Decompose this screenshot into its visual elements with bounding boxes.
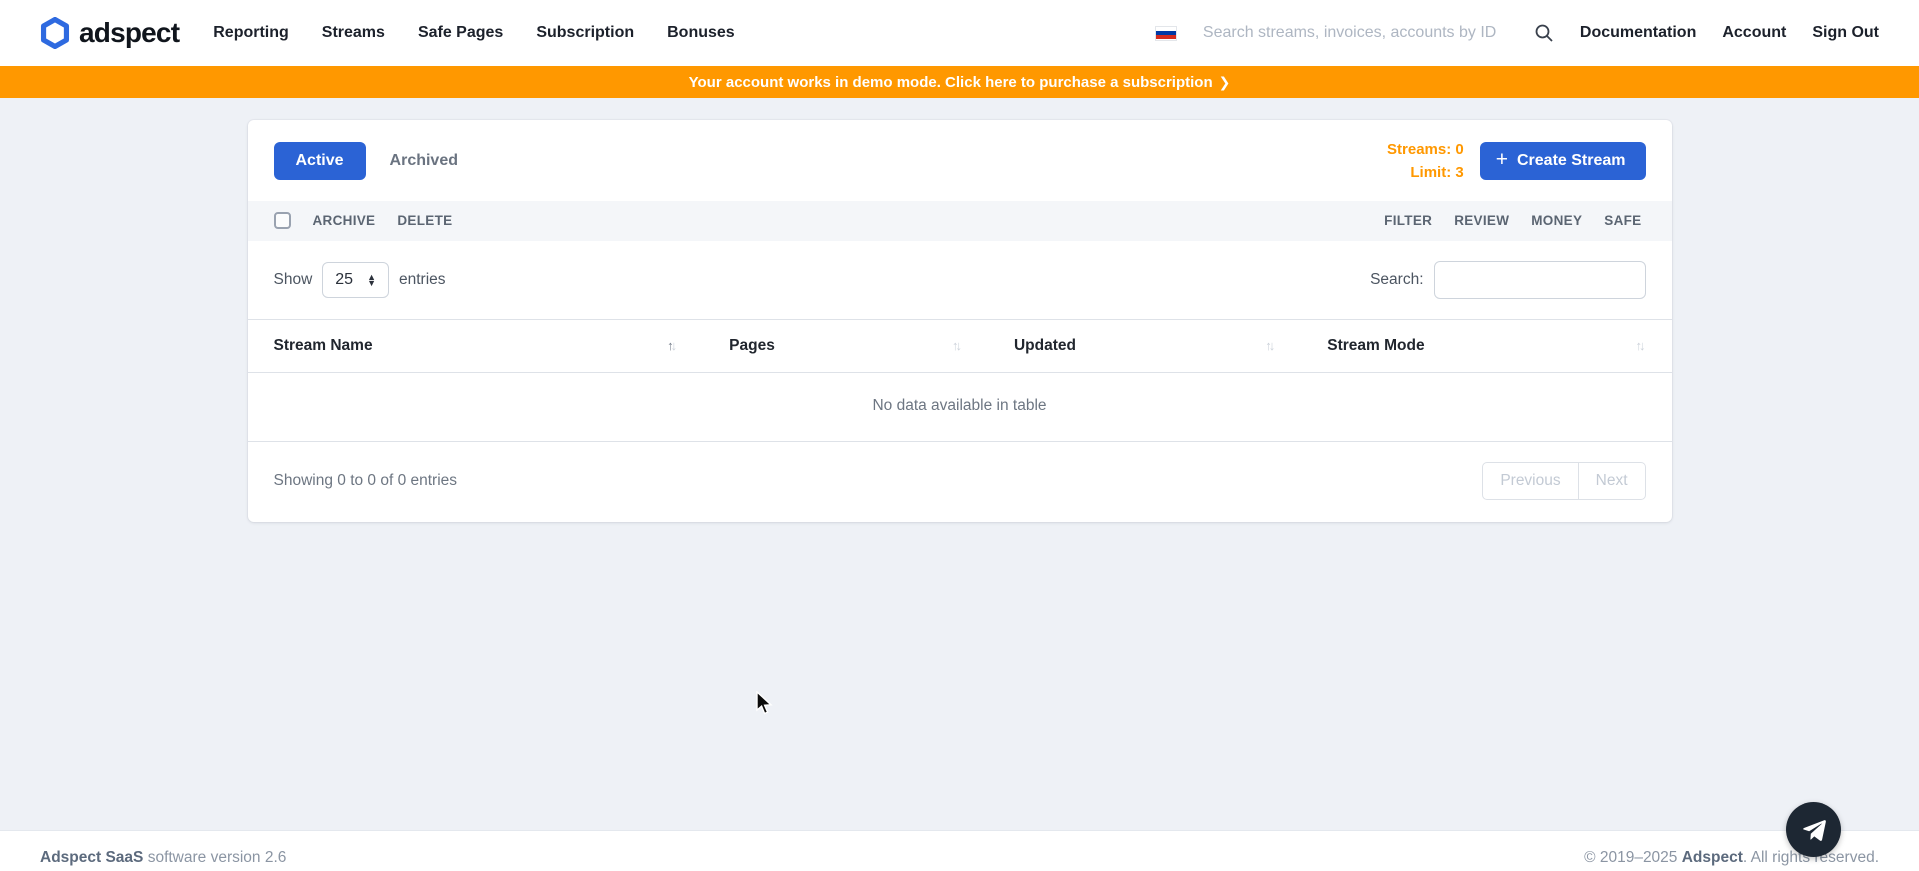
- version-text: Adspect SaaS software version 2.6: [40, 849, 286, 867]
- copyright-text: © 2019–2025 Adspect. All rights reserved…: [1584, 849, 1879, 867]
- copyright-prefix: © 2019–2025: [1584, 849, 1682, 866]
- hexagon-logo-icon: [40, 17, 70, 49]
- table-search-label: Search:: [1370, 271, 1423, 289]
- quick-filter-filter[interactable]: FILTER: [1384, 213, 1432, 228]
- table-header-row: Stream Name ↑↓ Pages ↑↓ Updated ↑↓: [248, 319, 1672, 372]
- table-search-input[interactable]: [1434, 261, 1646, 299]
- tab-archived[interactable]: Archived: [390, 152, 458, 170]
- topbar-right: Documentation Account Sign Out: [1155, 23, 1879, 43]
- table-footer: Showing 0 to 0 of 0 entries Previous Nex…: [248, 442, 1672, 522]
- telegram-icon: [1801, 817, 1827, 843]
- global-search-input[interactable]: [1203, 24, 1508, 42]
- quick-filter-safe[interactable]: SAFE: [1604, 213, 1641, 228]
- version-brand: Adspect SaaS: [40, 849, 143, 866]
- search-submit-button[interactable]: [1534, 23, 1554, 43]
- quick-filter-money[interactable]: MONEY: [1531, 213, 1582, 228]
- copyright-brand: Adspect: [1682, 849, 1743, 866]
- telegram-chat-button[interactable]: [1786, 802, 1841, 857]
- empty-table-row: No data available in table: [248, 372, 1672, 441]
- nav-item-safe-pages[interactable]: Safe Pages: [418, 24, 503, 42]
- version-rest: software version 2.6: [143, 849, 286, 866]
- page-size-value: 25: [335, 271, 353, 289]
- pagination: Previous Next: [1482, 462, 1645, 500]
- top-link-sign-out[interactable]: Sign Out: [1812, 24, 1879, 42]
- page-footer: Adspect SaaS software version 2.6 © 2019…: [0, 830, 1919, 871]
- column-label: Stream Mode: [1327, 337, 1424, 355]
- main-nav: Reporting Streams Safe Pages Subscriptio…: [213, 24, 734, 42]
- column-header-pages[interactable]: Pages ↑↓: [703, 319, 988, 372]
- streams-limit: Limit: 3: [1387, 161, 1464, 184]
- panel-header: Active Archived Streams: 0 Limit: 3 + Cr…: [248, 120, 1672, 201]
- adspect-logo[interactable]: adspect: [40, 17, 179, 49]
- column-header-stream-mode[interactable]: Stream Mode ↑↓: [1301, 319, 1671, 372]
- create-stream-button[interactable]: + Create Stream: [1480, 142, 1646, 180]
- demo-mode-banner[interactable]: Your account works in demo mode. Click h…: [0, 66, 1919, 98]
- nav-item-streams[interactable]: Streams: [322, 24, 385, 42]
- top-navigation-bar: adspect Reporting Streams Safe Pages Sub…: [0, 0, 1919, 66]
- quick-filter-review[interactable]: REVIEW: [1454, 213, 1509, 228]
- select-all-checkbox[interactable]: [274, 212, 291, 229]
- table-controls: Show 25 ▲▼ entries Search:: [248, 241, 1672, 319]
- streams-panel: Active Archived Streams: 0 Limit: 3 + Cr…: [248, 120, 1672, 522]
- empty-table-message: No data available in table: [248, 372, 1672, 441]
- create-stream-label: Create Stream: [1517, 152, 1626, 170]
- entries-summary: Showing 0 to 0 of 0 entries: [274, 472, 458, 490]
- sort-icon: ↑↓: [667, 338, 677, 353]
- next-page-button[interactable]: Next: [1579, 462, 1646, 500]
- streams-table: Stream Name ↑↓ Pages ↑↓ Updated ↑↓: [248, 319, 1672, 442]
- bulk-delete-button[interactable]: DELETE: [397, 213, 452, 228]
- sort-icon: ↑↓: [952, 338, 962, 353]
- top-link-documentation[interactable]: Documentation: [1580, 24, 1696, 42]
- page-size-select[interactable]: 25 ▲▼: [322, 262, 389, 298]
- russian-flag-icon[interactable]: [1155, 26, 1177, 41]
- tab-active[interactable]: Active: [274, 142, 366, 180]
- chevron-right-icon: ❯: [1219, 74, 1231, 91]
- plus-icon: +: [1496, 153, 1508, 167]
- column-header-updated[interactable]: Updated ↑↓: [988, 319, 1301, 372]
- search-icon: [1534, 23, 1554, 43]
- column-label: Stream Name: [274, 337, 373, 355]
- column-label: Updated: [1014, 337, 1076, 355]
- top-link-account[interactable]: Account: [1722, 24, 1786, 42]
- streams-count: Streams: 0: [1387, 138, 1464, 161]
- sort-icon: ↑↓: [1636, 338, 1646, 353]
- brand-name: adspect: [79, 17, 179, 49]
- select-arrows-icon: ▲▼: [367, 274, 376, 286]
- nav-item-bonuses[interactable]: Bonuses: [667, 24, 735, 42]
- entries-label: entries: [399, 271, 446, 289]
- column-header-stream-name[interactable]: Stream Name ↑↓: [248, 319, 704, 372]
- mouse-cursor: [755, 691, 777, 722]
- nav-item-subscription[interactable]: Subscription: [536, 24, 634, 42]
- sort-icon: ↑↓: [1265, 338, 1275, 353]
- nav-item-reporting[interactable]: Reporting: [213, 24, 289, 42]
- stream-quota: Streams: 0 Limit: 3: [1387, 138, 1464, 185]
- demo-banner-text: Your account works in demo mode. Click h…: [689, 74, 1213, 91]
- page-body: Active Archived Streams: 0 Limit: 3 + Cr…: [0, 120, 1919, 830]
- bulk-archive-button[interactable]: ARCHIVE: [313, 213, 376, 228]
- show-label: Show: [274, 271, 313, 289]
- previous-page-button[interactable]: Previous: [1482, 462, 1578, 500]
- column-label: Pages: [729, 337, 775, 355]
- bulk-actions-toolbar: ARCHIVE DELETE FILTER REVIEW MONEY SAFE: [248, 201, 1672, 241]
